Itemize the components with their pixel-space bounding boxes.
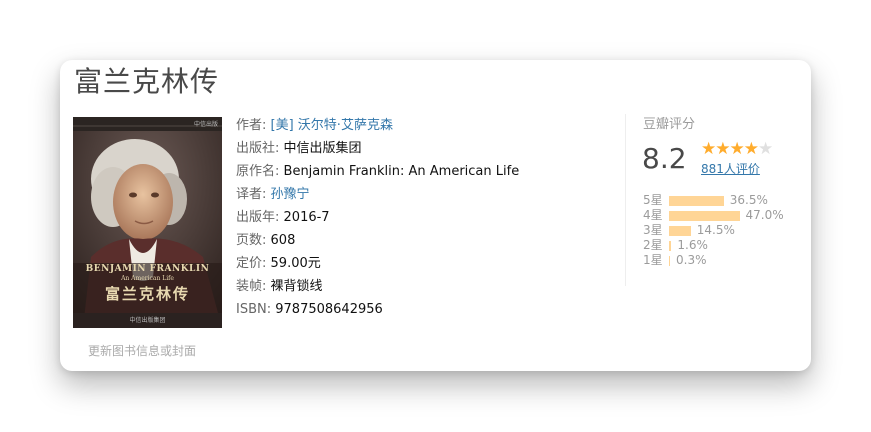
book-info: 作者: [美] 沃尔特·艾萨克森 出版社: 中信出版集团 原作名: Benjam… — [236, 114, 519, 321]
rating-distribution-row: 4星 47.0% — [643, 208, 784, 223]
rating-star-label: 2星 — [643, 238, 663, 252]
info-publisher: 出版社: 中信出版集团 — [236, 141, 362, 156]
cover-title-zh: 富兰克林传 — [104, 285, 190, 303]
info-isbn: ISBN: 9787508642956 — [236, 302, 383, 317]
rating-bar — [669, 225, 691, 236]
star-empty-icon: ★ — [758, 139, 774, 159]
book-cover-image[interactable]: 中信出版 BENJAMIN FRANKLIN An American Life … — [73, 117, 222, 328]
rating-bar — [669, 240, 672, 251]
author-link[interactable]: [美] 沃尔特·艾萨克森 — [271, 118, 393, 133]
star-filled-icon: ★ — [729, 139, 745, 159]
rating-star-label: 3星 — [643, 223, 663, 237]
star-filled-icon: ★ — [743, 139, 759, 159]
rating-percent: 0.3% — [676, 253, 707, 267]
info-translator: 译者: 孙豫宁 — [236, 187, 310, 202]
rating-percent: 36.5% — [729, 193, 768, 207]
update-book-info-link[interactable]: 更新图书信息或封面 — [88, 342, 196, 359]
rating-stars: ★ ★ ★ ★ ★ — [701, 139, 774, 159]
rating-distribution-row: 5星 36.5% — [643, 193, 784, 208]
star-filled-icon: ★ — [715, 139, 731, 159]
rating-distribution: 5星 36.5% 4星 47.0% 3星 14.5% 2星 1.6% 1星 0.3% — [643, 193, 784, 268]
info-author: 作者: [美] 沃尔特·艾萨克森 — [236, 118, 393, 133]
rating-star-label: 1星 — [643, 253, 663, 267]
rating-percent: 1.6% — [677, 238, 708, 252]
cover-header-text: 中信出版 — [193, 121, 218, 128]
rating-percent: 14.5% — [696, 223, 735, 237]
rating-bar — [669, 210, 740, 221]
section-divider — [625, 114, 626, 286]
rating-distribution-row: 3星 14.5% — [643, 223, 784, 238]
rating-title: 豆瓣评分 — [643, 117, 696, 132]
rating-bar — [669, 255, 670, 266]
cover-subtitle-en: An American Life — [121, 275, 174, 282]
rating-distribution-row: 1星 0.3% — [643, 253, 784, 268]
rating-percent: 47.0% — [745, 208, 784, 222]
rating-star-label: 4星 — [643, 208, 663, 222]
rating-score: 8.2 — [642, 142, 687, 175]
rating-star-label: 5星 — [643, 193, 663, 207]
rating-votes-link[interactable]: 881人评价 — [701, 160, 760, 177]
info-pub-year: 出版年: 2016-7 — [236, 210, 330, 225]
book-title: 富兰克林传 — [74, 64, 226, 100]
cover-publisher: 中信出版集团 — [129, 317, 166, 324]
cover-title-en: BENJAMIN FRANKLIN — [85, 264, 210, 274]
rating-distribution-row: 2星 1.6% — [643, 238, 784, 253]
info-pages: 页数: 608 — [236, 233, 296, 248]
translator-link[interactable]: 孙豫宁 — [271, 187, 310, 202]
info-binding: 装帧: 裸背锁线 — [236, 279, 323, 294]
info-price: 定价: 59.00元 — [236, 256, 321, 271]
info-original-title: 原作名: Benjamin Franklin: An American Life — [236, 164, 520, 179]
star-filled-icon: ★ — [701, 139, 717, 159]
rating-bar — [669, 195, 724, 206]
